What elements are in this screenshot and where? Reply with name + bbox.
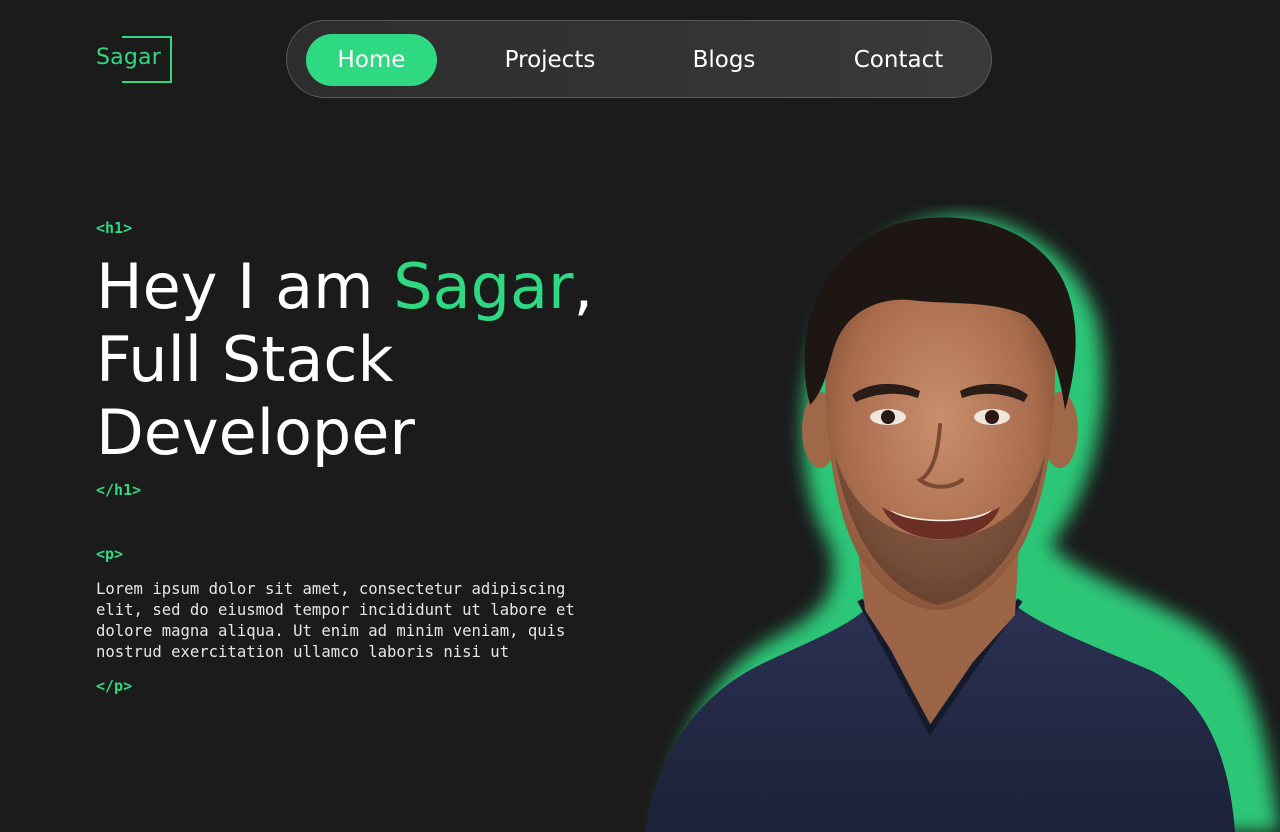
headline-name: Sagar <box>393 250 574 323</box>
main-nav: Home Projects Blogs Contact <box>286 20 992 98</box>
p-close-tag: </p> <box>96 677 133 695</box>
headline-prefix: Hey I am <box>96 250 394 323</box>
h1-close-tag: </h1> <box>96 481 142 499</box>
headline-line-3: Developer <box>96 396 415 469</box>
p-open-tag: <p> <box>96 545 124 563</box>
nav-contact[interactable]: Contact <box>826 34 971 86</box>
hero-paragraph: Lorem ipsum dolor sit amet, consectetur … <box>96 580 575 661</box>
nav-home[interactable]: Home <box>306 34 437 86</box>
logo-text: Sagar <box>96 45 163 70</box>
profile-photo <box>620 205 1280 832</box>
nav-projects[interactable]: Projects <box>470 34 630 86</box>
nav-blogs[interactable]: Blogs <box>659 34 789 86</box>
headline-line-2: Full Stack <box>96 323 394 396</box>
logo[interactable]: Sagar <box>96 36 175 83</box>
headline-comma: , <box>573 250 594 323</box>
h1-open-tag: <h1> <box>96 219 133 237</box>
hero-headline: Hey I am Sagar, Full Stack Developer <box>96 250 616 469</box>
